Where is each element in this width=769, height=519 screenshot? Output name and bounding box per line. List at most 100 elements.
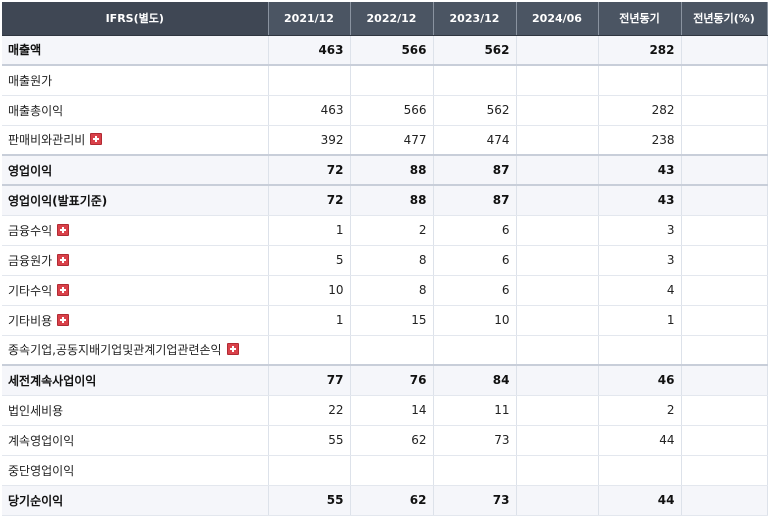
- row-label: 중단영업이익: [2, 455, 269, 486]
- table-row: 매출총이익 463 566 562 282: [2, 95, 768, 126]
- cell-v4: [516, 395, 599, 426]
- cell-v5: 43: [598, 155, 682, 186]
- cell-v5: 238: [598, 125, 682, 156]
- cell-v4: [516, 365, 599, 396]
- cell-v4: [516, 95, 599, 126]
- table-row: 금융수익 1 2 6 3: [2, 215, 768, 246]
- table-row: 기타수익 10 8 6 4: [2, 275, 768, 306]
- cell-v1: [268, 335, 351, 366]
- cell-v4: [516, 125, 599, 156]
- table-row: 세전계속사업이익 77 76 84 46: [2, 365, 768, 396]
- cell-v3: 87: [433, 155, 517, 186]
- row-label-text: 매출액: [8, 43, 42, 58]
- row-label-text: 중단영업이익: [8, 463, 75, 478]
- cell-v6: [681, 305, 768, 336]
- header-2021-12: 2021/12: [268, 2, 351, 36]
- cell-v4: [516, 185, 599, 216]
- row-label-text: 영업이익(발표기준): [8, 193, 108, 208]
- cell-v3: 84: [433, 365, 517, 396]
- row-label-text: 매출원가: [8, 73, 53, 88]
- expand-plus-icon[interactable]: [226, 343, 239, 356]
- cell-v6: [681, 215, 768, 246]
- cell-v5: 282: [598, 35, 682, 66]
- cell-v2: 15: [350, 305, 434, 336]
- row-label: 금융원가: [2, 245, 269, 276]
- row-label: 매출원가: [2, 65, 269, 96]
- cell-v1: 77: [268, 365, 351, 396]
- row-label-text: 금융수익: [8, 223, 53, 238]
- cell-v1: 463: [268, 35, 351, 66]
- cell-v2: [350, 65, 434, 96]
- cell-v6: [681, 395, 768, 426]
- cell-v4: [516, 485, 599, 516]
- cell-v6: [681, 65, 768, 96]
- expand-plus-icon[interactable]: [90, 133, 103, 146]
- table-row: 당기순이익 55 62 73 44: [2, 485, 768, 516]
- row-label: 판매비와관리비: [2, 125, 269, 156]
- cell-v5: 46: [598, 365, 682, 396]
- cell-v1: [268, 65, 351, 96]
- cell-v5: 44: [598, 485, 682, 516]
- row-label-text: 매출총이익: [8, 103, 64, 118]
- cell-v6: [681, 485, 768, 516]
- cell-v1: 55: [268, 425, 351, 456]
- cell-v3: 87: [433, 185, 517, 216]
- cell-v6: [681, 95, 768, 126]
- header-prev-same-period: 전년동기: [598, 2, 682, 36]
- row-label-text: 법인세비용: [8, 403, 64, 418]
- cell-v5: 2: [598, 395, 682, 426]
- table-row: 금융원가 5 8 6 3: [2, 245, 768, 276]
- cell-v1: 10: [268, 275, 351, 306]
- cell-v6: [681, 275, 768, 306]
- cell-v3: 11: [433, 395, 517, 426]
- cell-v1: [268, 455, 351, 486]
- cell-v6: [681, 455, 768, 486]
- row-label: 종속기업,공동지배기업및관계기업관련손익: [2, 335, 269, 366]
- cell-v5: 44: [598, 425, 682, 456]
- cell-v3: 73: [433, 425, 517, 456]
- cell-v6: [681, 125, 768, 156]
- cell-v4: [516, 275, 599, 306]
- cell-v4: [516, 335, 599, 366]
- row-label: 기타비용: [2, 305, 269, 336]
- table-row: 영업이익(발표기준) 72 88 87 43: [2, 185, 768, 216]
- row-label-text: 판매비와관리비: [8, 133, 86, 148]
- cell-v2: 88: [350, 155, 434, 186]
- cell-v5: 3: [598, 245, 682, 276]
- expand-plus-icon[interactable]: [57, 223, 70, 236]
- table-row: 종속기업,공동지배기업및관계기업관련손익: [2, 335, 768, 366]
- row-label: 기타수익: [2, 275, 269, 306]
- cell-v1: 463: [268, 95, 351, 126]
- cell-v4: [516, 305, 599, 336]
- cell-v2: [350, 455, 434, 486]
- row-label: 영업이익(발표기준): [2, 185, 269, 216]
- cell-v2: 14: [350, 395, 434, 426]
- expand-plus-icon[interactable]: [57, 313, 70, 326]
- cell-v5: [598, 335, 682, 366]
- cell-v5: 3: [598, 215, 682, 246]
- cell-v3: 474: [433, 125, 517, 156]
- cell-v4: [516, 455, 599, 486]
- cell-v3: [433, 65, 517, 96]
- cell-v5: 1: [598, 305, 682, 336]
- row-label: 금융수익: [2, 215, 269, 246]
- row-label: 매출액: [2, 35, 269, 66]
- cell-v4: [516, 245, 599, 276]
- cell-v2: 62: [350, 485, 434, 516]
- cell-v1: 1: [268, 305, 351, 336]
- cell-v6: [681, 35, 768, 66]
- header-row: IFRS(별도) 2021/12 2022/12 2023/12 2024/06…: [2, 2, 768, 36]
- cell-v2: 62: [350, 425, 434, 456]
- cell-v6: [681, 365, 768, 396]
- cell-v1: 5: [268, 245, 351, 276]
- cell-v6: [681, 335, 768, 366]
- expand-plus-icon[interactable]: [57, 253, 70, 266]
- header-2022-12: 2022/12: [350, 2, 434, 36]
- cell-v2: [350, 335, 434, 366]
- row-label-text: 계속영업이익: [8, 433, 75, 448]
- cell-v2: 566: [350, 95, 434, 126]
- cell-v1: 22: [268, 395, 351, 426]
- cell-v4: [516, 215, 599, 246]
- cell-v4: [516, 35, 599, 66]
- expand-plus-icon[interactable]: [57, 283, 70, 296]
